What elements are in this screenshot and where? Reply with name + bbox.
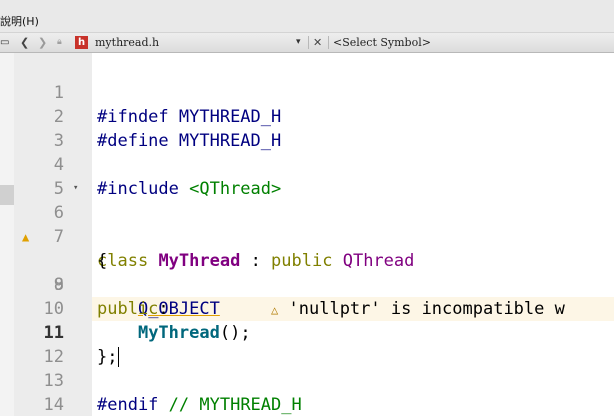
split-view-icon[interactable]: ▭ [0,33,12,52]
code-line-warning: ▲ 8 Q_OBJECT △ 'nullptr' is incompatible… [0,225,614,321]
code-line: 10 MyThread(); [0,273,614,343]
code-line: 7 { [0,201,614,271]
warning-icon[interactable]: ▲ [22,225,29,249]
code-line: 5 [0,153,614,199]
menu-help[interactable]: 說明(H) [0,13,39,29]
header-file-icon: h [75,36,88,49]
code-line: 14 [0,369,614,415]
toolbar-divider [328,36,329,49]
code-line: 2 #define MYTHREAD_H [0,81,614,151]
close-file-icon[interactable]: ✕ [313,33,323,52]
toolbar-divider [308,36,309,49]
code-line: 12 [0,321,614,367]
code-line: 4 #include <QThread> [0,129,614,199]
code-line: 1 #ifndef MYTHREAD_H [0,57,614,127]
code-line: 13 #endif // MYTHREAD_H [0,345,614,415]
code-token: // MYTHREAD_H [168,395,302,415]
code-line: 3 [0,105,614,151]
menu-bar: 說明(H) [0,0,614,33]
forward-arrow-icon[interactable]: ❯ [38,33,50,52]
code-line-current: 11 }; [0,297,614,367]
code-line: 9 public: [0,249,614,319]
fold-toggle-icon[interactable]: ▾ [73,176,78,200]
symbol-selector[interactable]: <Select Symbol> [333,33,431,52]
file-dropdown-icon[interactable]: ▾ [296,33,301,52]
open-file-name[interactable]: mythread.h [95,33,159,52]
lock-icon[interactable]: 🔒︎ [57,33,69,52]
editor-toolbar: ▭ ❮ ❯ 🔒︎ h mythread.h ▾ ✕ <Select Symbol… [0,33,614,53]
code-line: 6 ▾ class MyThread : public QThread [0,176,614,271]
code-token: #endif [97,395,159,415]
back-arrow-icon[interactable]: ❮ [20,33,32,52]
line-number: 14 [43,395,64,415]
